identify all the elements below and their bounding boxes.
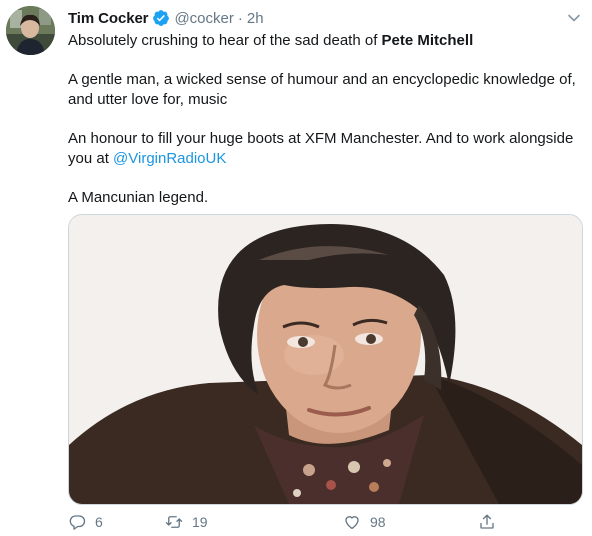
tweet-paragraph-3: An honour to fill your huge boots at XFM… [68, 129, 583, 169]
share-icon [478, 513, 496, 531]
reply-button[interactable]: 6 [68, 512, 103, 532]
tweet-actions: 6 19 98 [68, 512, 581, 532]
like-button[interactable]: 98 [343, 512, 386, 532]
tweet-timestamp[interactable]: 2h [247, 10, 264, 27]
retweet-button[interactable]: 19 [165, 512, 208, 532]
author-avatar[interactable] [6, 6, 55, 55]
tweet[interactable]: Tim Cocker @cocker · 2h Absolutely crush… [0, 0, 592, 536]
tweet-text: Absolutely crushing to hear of the sad d… [68, 31, 583, 227]
chevron-down-icon[interactable] [566, 10, 582, 26]
author-handle[interactable]: @cocker [174, 10, 233, 27]
header-separator: · [237, 9, 243, 27]
tweet-photo[interactable] [68, 214, 583, 505]
author-display-name[interactable]: Tim Cocker [68, 10, 149, 27]
share-button[interactable] [478, 512, 496, 532]
reply-icon [68, 513, 86, 531]
like-icon [343, 513, 361, 531]
reply-count: 6 [95, 514, 103, 530]
retweet-icon [165, 513, 183, 531]
tweet-paragraph-1: Absolutely crushing to hear of the sad d… [68, 31, 583, 51]
paragraph-text: Absolutely crushing to hear of the sad d… [68, 32, 382, 49]
mention-link[interactable]: @VirginRadioUK [113, 150, 226, 167]
verified-badge-icon [152, 9, 170, 27]
bold-name: Pete Mitchell [381, 32, 474, 49]
tweet-paragraph-2: A gentle man, a wicked sense of humour a… [68, 71, 576, 108]
like-count: 98 [370, 514, 386, 530]
tweet-header: Tim Cocker @cocker · 2h [68, 8, 264, 28]
retweet-count: 19 [192, 514, 208, 530]
tweet-paragraph-4: A Mancunian legend. [68, 189, 209, 206]
